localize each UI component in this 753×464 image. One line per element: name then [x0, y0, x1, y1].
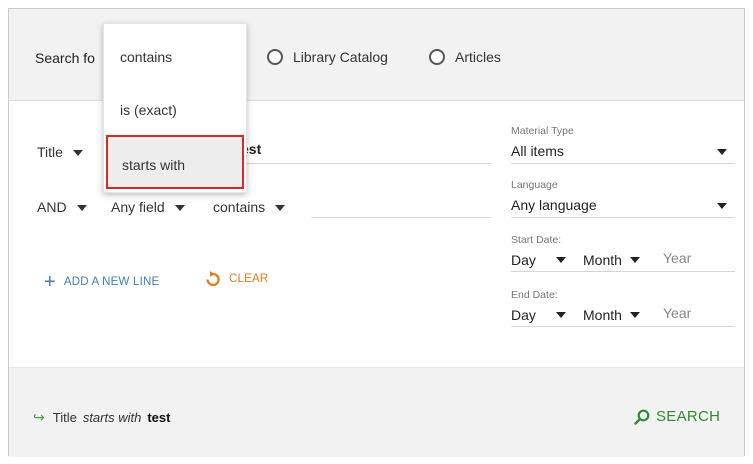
chevron-down-icon [174, 205, 185, 212]
clear-button[interactable]: CLEAR [205, 271, 268, 287]
start-day-label: Day [511, 252, 536, 268]
radio-circle-icon [267, 49, 283, 65]
search-button-label: SEARCH [656, 408, 721, 425]
chevron-down-icon [629, 312, 640, 318]
search-for-label: Search fo [35, 50, 95, 66]
row2-operator-label: AND [37, 199, 67, 215]
chevron-down-icon [717, 203, 727, 209]
end-month-label: Month [583, 307, 622, 323]
row1-input-underline [241, 163, 491, 164]
row2-operator-select[interactable]: AND [37, 199, 87, 215]
language-label: Language [511, 179, 558, 191]
chevron-down-icon [76, 205, 87, 212]
scope-label-articles: Articles [455, 49, 501, 65]
add-new-line-label: ADD A NEW LINE [63, 276, 160, 288]
row2-condition-label: contains [213, 199, 266, 215]
language-underline [511, 217, 735, 218]
condition-dropdown-menu: contains is (exact) starts with [103, 23, 247, 193]
row2-search-input[interactable] [311, 217, 491, 218]
material-type-underline [511, 163, 735, 164]
start-day-select[interactable]: Day [511, 252, 566, 268]
clear-label: CLEAR [229, 273, 269, 285]
plus-icon: + [44, 271, 56, 293]
search-button[interactable]: SEARCH [634, 408, 720, 425]
dropdown-option-is-exact[interactable]: is (exact) [104, 102, 246, 118]
end-year-input[interactable]: Year [663, 305, 691, 321]
row1-field-select[interactable]: Title [37, 144, 83, 160]
search-icon [634, 409, 650, 425]
material-type-select[interactable]: All items [511, 143, 564, 159]
end-date-label: End Date: [511, 289, 558, 301]
end-date-underline [511, 326, 735, 327]
advanced-search-panel: Search fo Library Catalog Articles Title… [8, 8, 745, 457]
start-month-select[interactable]: Month [583, 252, 640, 268]
row1-field-label: Title [37, 144, 63, 160]
row2-condition-select[interactable]: contains [213, 199, 286, 215]
chevron-down-icon [629, 257, 640, 263]
scope-radio-articles[interactable]: Articles [429, 49, 501, 65]
chevron-down-icon [72, 150, 83, 157]
dropdown-option-starts-with[interactable]: starts with [106, 135, 244, 189]
start-date-label: Start Date: [511, 234, 562, 246]
language-select[interactable]: Any language [511, 197, 597, 213]
reset-icon [206, 271, 220, 287]
query-summary: ↪ Title starts with test [33, 409, 170, 426]
chevron-down-icon [275, 205, 286, 212]
search-summary-bar: ↪ Title starts with test SEARCH [9, 367, 744, 457]
end-day-select[interactable]: Day [511, 307, 566, 323]
right-arrow-icon: ↪ [33, 409, 45, 425]
summary-term: test [147, 410, 171, 425]
chevron-down-icon [717, 149, 727, 155]
chevron-down-icon [555, 257, 566, 263]
radio-circle-icon [429, 49, 445, 65]
summary-operator: starts with [82, 410, 142, 425]
start-month-label: Month [583, 252, 622, 268]
add-new-line-button[interactable]: + ADD A NEW LINE [44, 272, 159, 292]
material-type-label: Material Type [511, 125, 574, 137]
summary-field: Title [52, 410, 77, 425]
row2-field-label: Any field [111, 199, 165, 215]
chevron-down-icon [555, 312, 566, 318]
row2-field-select[interactable]: Any field [111, 199, 185, 215]
end-month-select[interactable]: Month [583, 307, 640, 323]
start-year-input[interactable]: Year [663, 250, 691, 266]
scope-radio-library-catalog[interactable]: Library Catalog [267, 49, 388, 65]
scope-label-library-catalog: Library Catalog [293, 49, 388, 65]
start-date-underline [511, 271, 735, 272]
dropdown-option-contains[interactable]: contains [104, 49, 246, 65]
end-day-label: Day [511, 307, 536, 323]
